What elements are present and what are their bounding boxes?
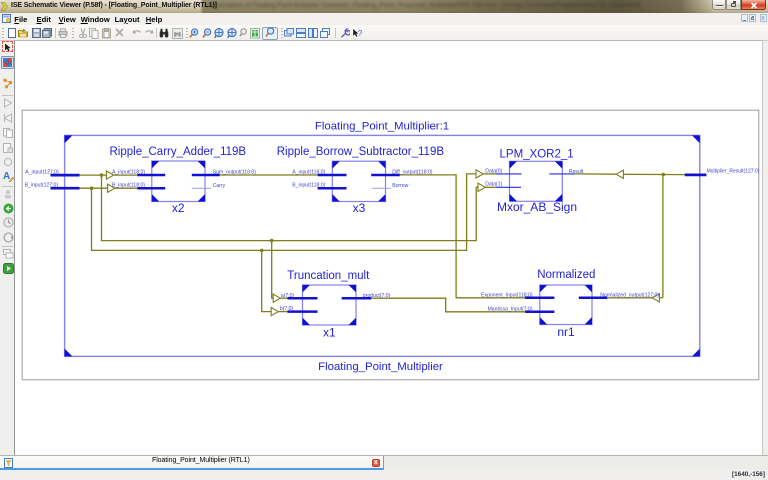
svg-text:B_input(118:0): B_input(118:0)	[112, 183, 145, 189]
svg-text:B_input(118:0): B_input(118:0)	[292, 182, 325, 188]
svg-text:x1: x1	[323, 326, 336, 340]
svg-text:Diff_output(118:0): Diff_output(118:0)	[392, 169, 433, 175]
svg-text:Normalized_output(127:0): Normalized_output(127:0)	[600, 293, 659, 299]
svg-text:A_input(127:0): A_input(127:0)	[25, 169, 59, 175]
svg-text:Truncation_mult: Truncation_mult	[287, 270, 370, 282]
svg-text:Data(0): Data(0)	[485, 169, 502, 175]
svg-text:Floating_Point_Multiplier:1: Floating_Point_Multiplier:1	[315, 121, 449, 133]
svg-text:x2: x2	[172, 201, 185, 215]
svg-text:Floating_Point_Multiplier: Floating_Point_Multiplier	[318, 361, 443, 373]
svg-text:Borrow: Borrow	[392, 183, 408, 189]
svg-text:Mxor_AB_Sign: Mxor_AB_Sign	[497, 200, 577, 214]
svg-text:Sum_output(118:0): Sum_output(118:0)	[213, 170, 257, 176]
svg-text:Mantissa_Input(7:0): Mantissa_Input(7:0)	[488, 306, 533, 312]
svg-text:b(7:0): b(7:0)	[280, 306, 294, 312]
svg-text:Result: Result	[569, 169, 584, 175]
svg-text:Ripple_Borrow_Subtractor_119B: Ripple_Borrow_Subtractor_119B	[277, 146, 445, 158]
svg-text:a(7:0): a(7:0)	[281, 293, 295, 299]
svg-text:A_input(118:0): A_input(118:0)	[112, 169, 145, 175]
svg-text:x3: x3	[353, 201, 366, 215]
svg-text:nr1: nr1	[557, 325, 575, 339]
svg-text:Exponent_Input(118:0): Exponent_Input(118:0)	[481, 292, 533, 298]
svg-text:product(7:0): product(7:0)	[363, 293, 391, 299]
svg-text:B_input(127:0): B_input(127:0)	[25, 182, 59, 188]
svg-text:Multiplier_Result(127:0): Multiplier_Result(127:0)	[707, 168, 760, 174]
svg-text:Ripple_Carry_Adder_119B: Ripple_Carry_Adder_119B	[110, 146, 247, 158]
svg-text:Normalized: Normalized	[537, 269, 595, 281]
svg-text:A_input(118:0): A_input(118:0)	[292, 169, 325, 175]
svg-text:Data(1): Data(1)	[485, 182, 502, 188]
svg-text:LPM_XOR2_1: LPM_XOR2_1	[500, 149, 574, 161]
svg-text:Carry: Carry	[213, 183, 226, 189]
